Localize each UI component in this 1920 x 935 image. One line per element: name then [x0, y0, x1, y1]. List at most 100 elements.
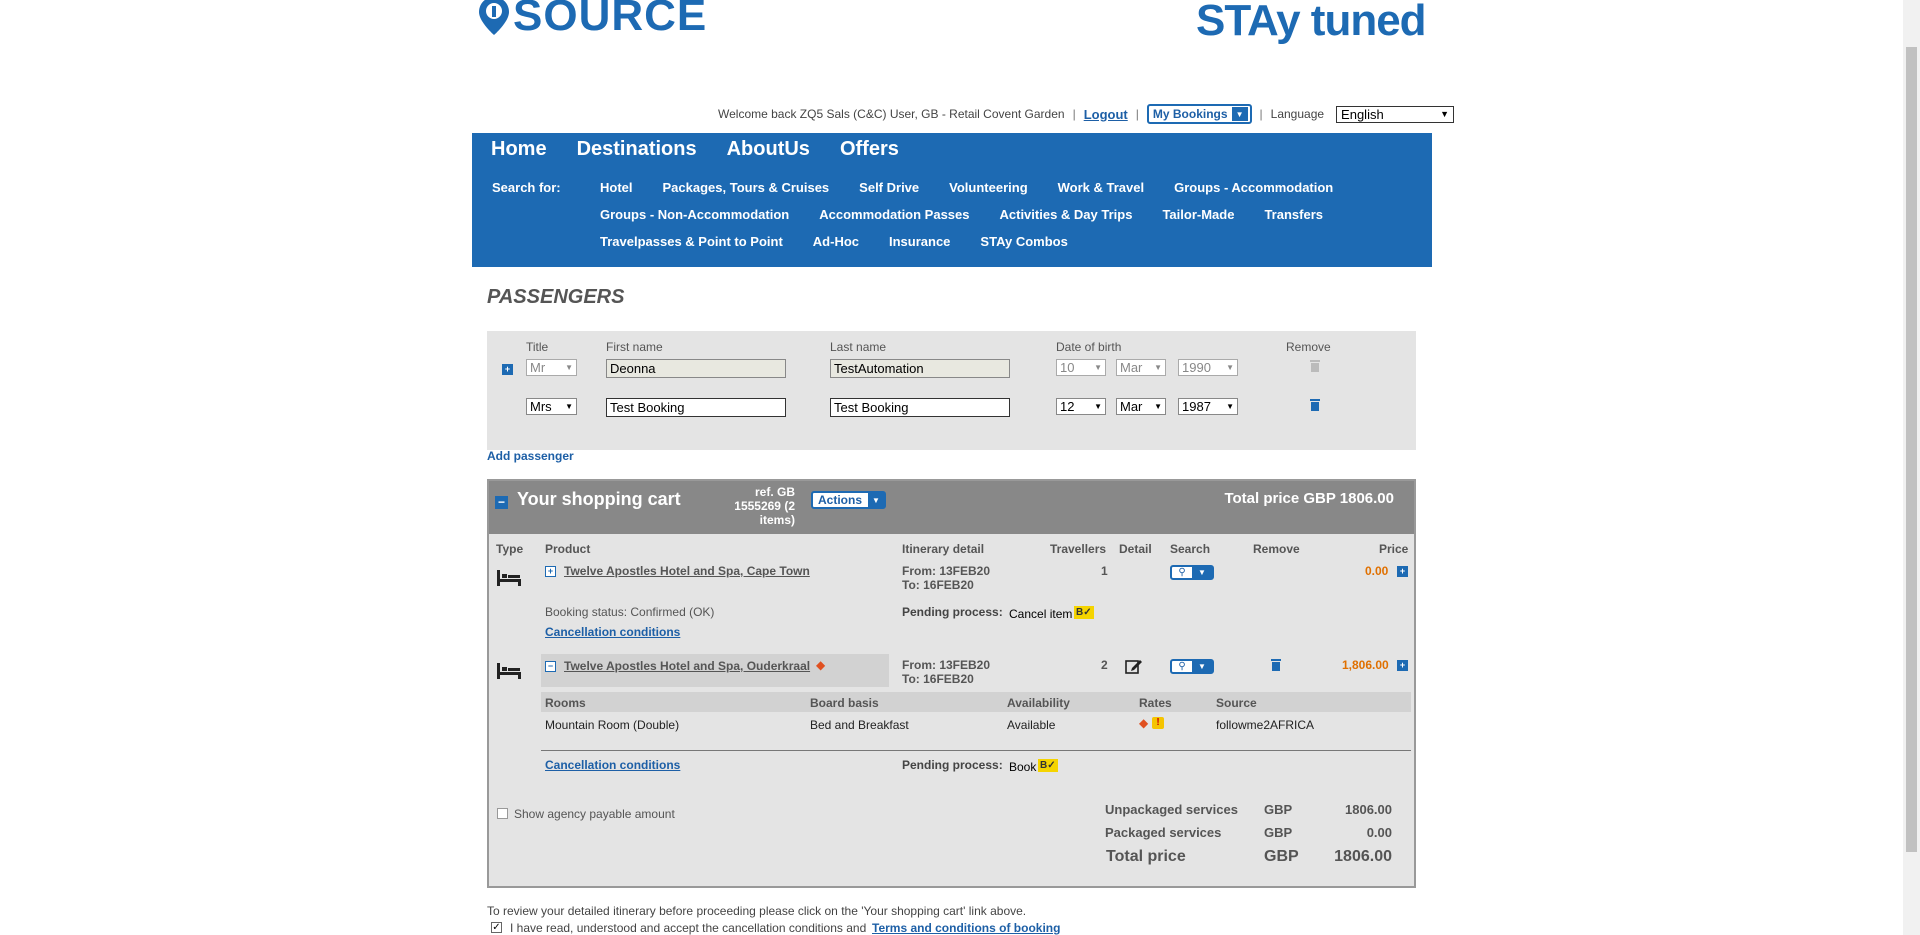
rooms-table-header [541, 692, 1411, 712]
expand-price-icon[interactable]: + [1397, 566, 1408, 577]
rooms-col-rooms: Rooms [545, 696, 586, 710]
search-category-self-drive[interactable]: Self Drive [859, 180, 919, 207]
search-category-insurance[interactable]: Insurance [889, 234, 950, 261]
search-category-tailor-made[interactable]: Tailor-Made [1162, 207, 1234, 234]
my-bookings-dropdown[interactable]: My Bookings ▼ [1146, 104, 1252, 124]
search-category-ad-hoc[interactable]: Ad-Hoc [813, 234, 859, 261]
itinerary-detail: From: 13FEB20 To: 16FEB20 [902, 658, 990, 686]
unpackaged-currency: GBP [1264, 802, 1293, 817]
pending-value: Book [1009, 760, 1037, 774]
my-bookings-label: My Bookings [1152, 107, 1228, 121]
cart-title[interactable]: Your shopping cart [517, 489, 681, 510]
accept-terms-checkbox[interactable]: ✓ [491, 922, 502, 933]
tag-icon: ◆ [816, 658, 826, 672]
search-category-volunteering[interactable]: Volunteering [949, 180, 1027, 207]
dob-day-select[interactable]: 12 ▼ [1056, 398, 1106, 415]
expand-passenger-icon[interactable]: + [502, 364, 513, 375]
collapse-item-icon[interactable]: − [545, 661, 556, 672]
scrollbar-thumb[interactable] [1906, 47, 1917, 852]
chevron-down-icon: ▼ [1154, 402, 1162, 411]
total-price-currency: GBP [1264, 848, 1299, 865]
language-label: Language [1270, 107, 1325, 121]
chevron-down-icon: ▼ [1226, 363, 1234, 372]
search-category-transfers[interactable]: Transfers [1264, 207, 1323, 234]
edit-icon[interactable] [1125, 658, 1143, 674]
product-link[interactable]: Twelve Apostles Hotel and Spa, Cape Town [564, 564, 810, 578]
search-dropdown[interactable]: ⚲ ▼ [1170, 659, 1214, 674]
pending-value: Cancel item [1009, 607, 1073, 621]
search-category-activities[interactable]: Activities & Day Trips [1000, 207, 1133, 234]
dob-month-value: Mar [1120, 399, 1143, 414]
nav-aboutus[interactable]: AboutUs [727, 138, 810, 161]
search-category-work-travel[interactable]: Work & Travel [1058, 180, 1144, 207]
col-last-name-label: Last name [830, 340, 887, 354]
search-category-accommodation-passes[interactable]: Accommodation Passes [819, 207, 969, 234]
welcome-text: Welcome back ZQ5 Sals (C&C) User, GB - R… [718, 107, 1065, 121]
source-logo[interactable]: SOURCE [477, 0, 707, 46]
first-name-field[interactable]: Test Booking [606, 398, 786, 417]
itinerary-to: To: 16FEB20 [902, 672, 974, 686]
logout-link[interactable]: Logout [1084, 107, 1128, 122]
add-passenger-link[interactable]: Add passenger [487, 449, 574, 463]
search-category-hotel[interactable]: Hotel [600, 180, 633, 207]
stay-tuned-logo[interactable]: STAy tuned [1196, 0, 1427, 46]
dob-month-select[interactable]: Mar ▼ [1116, 398, 1166, 415]
passenger-title-value: Mrs [530, 399, 552, 414]
expand-price-icon[interactable]: + [1397, 660, 1408, 671]
chevron-down-icon: ▼ [1094, 402, 1102, 411]
search-dropdown[interactable]: ⚲ ▼ [1170, 565, 1214, 580]
chevron-down-icon: ▼ [1440, 109, 1450, 119]
trash-icon[interactable] [1271, 658, 1281, 671]
search-category-groups-non-accommodation[interactable]: Groups - Non-Accommodation [600, 207, 789, 234]
cancellation-conditions-link[interactable]: Cancellation conditions [545, 758, 680, 772]
nav-home[interactable]: Home [491, 138, 547, 161]
dob-year-select: 1990 ▼ [1178, 359, 1238, 376]
search-category-packages[interactable]: Packages, Tours & Cruises [663, 180, 830, 207]
cancellation-conditions-link[interactable]: Cancellation conditions [545, 625, 680, 639]
search-category-travelpasses[interactable]: Travelpasses & Point to Point [600, 234, 783, 261]
trash-icon[interactable] [1310, 398, 1320, 411]
dob-month-select: Mar ▼ [1116, 359, 1166, 376]
passengers-title: PASSENGERS [487, 286, 625, 308]
search-for-label: Search for: [492, 180, 561, 195]
show-agency-checkbox[interactable] [497, 808, 508, 819]
col-itinerary: Itinerary detail [902, 542, 985, 556]
search-category-stay-combos[interactable]: STAy Combos [980, 234, 1067, 261]
search-category-groups-accommodation[interactable]: Groups - Accommodation [1174, 180, 1333, 207]
language-select[interactable]: English ▼ [1336, 105, 1455, 123]
chevron-down-icon: ▼ [1154, 363, 1162, 372]
logo-left-text: SOURCE [513, 0, 708, 40]
chevron-down-icon: ▼ [565, 363, 573, 372]
nav-destinations[interactable]: Destinations [577, 138, 697, 161]
terms-link[interactable]: Terms and conditions of booking [872, 921, 1060, 935]
rooms-col-availability: Availability [1007, 696, 1070, 710]
chevron-down-icon: ▼ [1231, 107, 1248, 121]
search-icon: ⚲ [1178, 567, 1186, 578]
review-notice: To review your detailed itinerary before… [487, 904, 1027, 918]
cart-reference: ref. GB 1555269 (2 items) [729, 485, 795, 527]
warning-icon[interactable]: ! [1152, 717, 1164, 729]
col-price: Price [1379, 542, 1409, 556]
cart-ref-line: 1555269 (2 [734, 499, 795, 513]
last-name-field[interactable]: Test Booking [830, 398, 1010, 417]
actions-dropdown[interactable]: Actions ▼ [811, 491, 887, 509]
last-name-field: TestAutomation [830, 359, 1010, 378]
pending-label: Pending process: [902, 605, 1003, 619]
col-title-label: Title [526, 340, 549, 354]
accept-terms-text: I have read, understood and accept the c… [510, 921, 867, 935]
product-link[interactable]: Twelve Apostles Hotel and Spa, Ouderkraa… [564, 659, 810, 673]
dob-year-select[interactable]: 1987 ▼ [1178, 398, 1238, 415]
passenger-title-select[interactable]: Mrs ▼ [526, 398, 577, 415]
expand-item-icon[interactable]: + [545, 566, 556, 577]
itinerary-to: To: 16FEB20 [902, 578, 974, 592]
nav-offers[interactable]: Offers [840, 138, 899, 161]
collapse-icon[interactable]: − [495, 496, 508, 509]
shopping-cart: − Your shopping cart ref. GB 1555269 (2 … [487, 479, 1416, 888]
packaged-currency: GBP [1264, 825, 1293, 840]
passenger-title-value: Mr [530, 360, 546, 375]
scrollbar-track[interactable] [1903, 0, 1920, 935]
main-navigation: Home Destinations AboutUs Offers Search … [472, 133, 1432, 267]
rate-source: followme2AFRICA [1216, 718, 1315, 732]
dob-year-value: 1990 [1182, 360, 1211, 375]
dob-day-value: 10 [1060, 360, 1075, 375]
